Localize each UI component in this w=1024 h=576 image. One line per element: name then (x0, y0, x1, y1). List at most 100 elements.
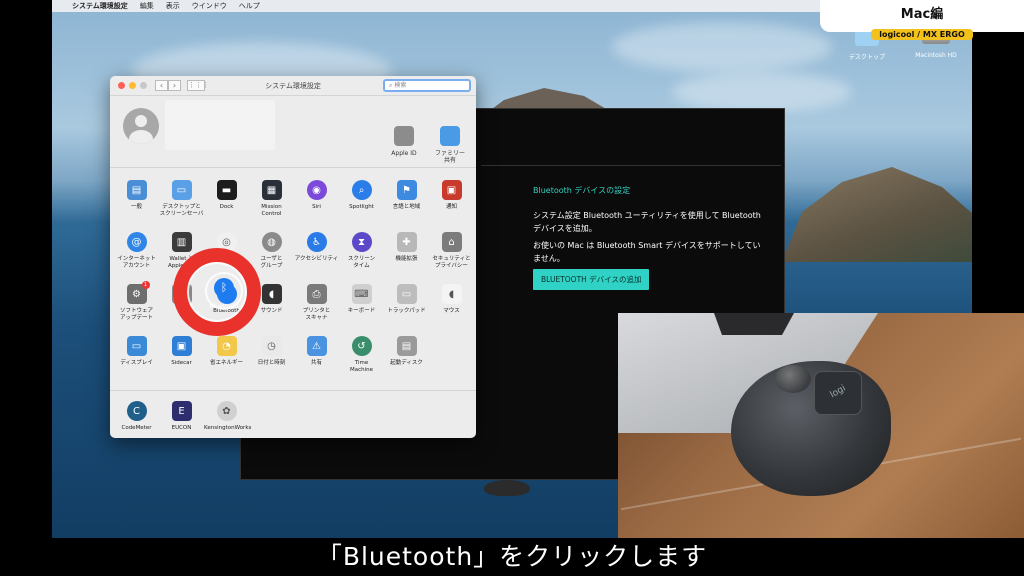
pref-accessibility[interactable]: ♿ アクセシビリティ (294, 232, 339, 284)
screen-time-icon: ⧗ (351, 232, 372, 252)
pref-label: ソフトウェア アップデート (119, 308, 153, 321)
pref-mouse[interactable]: ◖ マウス (429, 284, 474, 336)
section-divider (110, 390, 476, 391)
preference-grid: ▤ 一般 ▭ デスクトップと スクリーンセーバ ▬ Dock ▦ Mission Contro… (110, 180, 476, 438)
pref-startup-disk[interactable]: ▤ 起動ディスク (384, 336, 429, 388)
menu-app-name[interactable]: システム環境設定 (72, 1, 128, 11)
displays-icon: ▭ (126, 336, 147, 356)
menu-edit[interactable]: 編集 (140, 1, 154, 11)
island-cliff (782, 167, 972, 262)
wallet-icon: ▥ (171, 232, 192, 252)
desktop-folder-label: デスクトップ (848, 54, 885, 61)
pref-time-machine[interactable]: ↺ Time Machine (339, 336, 384, 388)
menu-window[interactable]: ウインドウ (192, 1, 227, 11)
trackpad-icon: ▭ (396, 284, 417, 304)
language-icon: ⚑ (396, 180, 417, 200)
show-all-grid-icon[interactable]: ⋮⋮⋮ (187, 80, 209, 91)
pref-eucon[interactable]: E EUCON (159, 401, 204, 438)
back-button[interactable]: ‹ (155, 80, 168, 91)
keyboard-image (714, 313, 794, 335)
rock (484, 480, 530, 496)
pref-apple-id[interactable]: Apple ID (384, 126, 424, 157)
family-sharing-icon (440, 126, 460, 146)
logi-text-line1: システム設定 Bluetooth ユーティリティを使用して Bluetooth … (533, 211, 761, 233)
bluetooth-icon[interactable]: ᛒ (214, 278, 234, 298)
mouse-icon: ◖ (441, 284, 462, 304)
update-badge: 1 (141, 281, 150, 289)
pref-software-update[interactable]: ⚙ 1 ソフトウェア アップデート (114, 281, 159, 336)
pref-label: 日付と時刻 (257, 360, 286, 366)
pref-label: ディスプレイ (120, 360, 153, 366)
pref-siri[interactable]: ◉ Siri (294, 180, 339, 232)
zoom-button[interactable] (140, 82, 147, 89)
pref-general[interactable]: ▤ 一般 (114, 180, 159, 232)
pref-screen-time[interactable]: ⧗ スクリーン タイム (339, 232, 384, 284)
sound-icon: ◖ (261, 284, 282, 304)
minimize-button[interactable] (129, 82, 136, 89)
pref-kensington[interactable]: ✿ KensingtonWorks (204, 401, 251, 438)
forward-button[interactable]: › (168, 80, 181, 91)
pref-label: スクリーン タイム (347, 256, 376, 269)
time-machine-icon: ↺ (351, 336, 372, 356)
close-button[interactable] (118, 82, 125, 89)
pref-notifications[interactable]: ▣ 通知 (429, 180, 474, 232)
sidecar-icon: ▣ (171, 336, 192, 356)
pref-label: Sidecar (171, 360, 192, 366)
energy-saver-icon: ◔ (216, 336, 237, 356)
startup-disk-icon: ▤ (396, 336, 417, 356)
pref-label: インターネット アカウント (117, 256, 156, 269)
pref-label: ユーザと グループ (260, 256, 283, 269)
pref-language[interactable]: ⚑ 言語と地域 (384, 180, 429, 232)
video-corner-label: Mac編 logicool / MX ERGO (820, 0, 1024, 40)
pref-internet-accounts[interactable]: @ インターネット アカウント (114, 232, 159, 284)
pref-label: トラックパッド (387, 308, 426, 314)
pref-dock[interactable]: ▬ Dock (204, 180, 249, 232)
pref-label: CodeMeter (121, 425, 152, 431)
pref-label: Apple ID (391, 150, 417, 157)
security-icon: ⌂ (441, 232, 462, 252)
pref-family-sharing[interactable]: ファミリー 共有 (430, 126, 470, 164)
pref-codemeter[interactable]: C CodeMeter (114, 401, 159, 438)
codemeter-icon: C (126, 401, 147, 421)
pref-trackpad[interactable]: ▭ トラックパッド (384, 284, 429, 336)
menu-help[interactable]: ヘルプ (239, 1, 260, 11)
pref-label: セキュリティと プライバシー (432, 256, 471, 269)
eucon-icon: E (171, 401, 192, 421)
video-subtitle: 「Bluetooth」をクリックします (316, 542, 708, 571)
pref-row: @ インターネット アカウント ▥ Wallet と Apple Pay ◎ Touch … (110, 232, 476, 284)
notifications-icon: ▣ (441, 180, 462, 200)
bluetooth-highlight-label[interactable]: Bluetooth (200, 303, 248, 310)
menu-view[interactable]: 表示 (166, 1, 180, 11)
corner-title: Mac編 (900, 7, 944, 22)
pref-label: デスクトップと スクリーンセーバ (159, 204, 204, 217)
pref-printer[interactable]: ⎙ プリンタと スキャナ (294, 284, 339, 336)
add-bluetooth-device-button[interactable]: BLUETOOTH デバイスの追加 (533, 269, 650, 290)
pref-extensions[interactable]: ✚ 機能拡張 (384, 232, 429, 284)
pref-label: ファミリー 共有 (434, 150, 465, 164)
logi-section-title: Bluetooth デバイスの設定 (533, 186, 631, 195)
pref-label: 省エネルギー (209, 360, 243, 366)
desktop-icon: ▭ (171, 180, 192, 200)
user-avatar-icon[interactable] (123, 108, 159, 144)
trackball-mouse-image (731, 361, 891, 496)
system-preferences-window: ‹ › ⋮⋮⋮ システム環境設定 ⌕ 検索 Apple ID ファミリー 共有 … (110, 76, 476, 438)
pref-desktop[interactable]: ▭ デスクトップと スクリーンセーバ (159, 180, 204, 232)
pref-security[interactable]: ⌂ セキュリティと プライバシー (429, 232, 474, 284)
pref-energy-saver[interactable]: ◔ 省エネルギー (204, 336, 249, 388)
pref-mission-control[interactable]: ▦ Mission Control (249, 180, 294, 232)
pref-label: 起動ディスク (390, 360, 423, 366)
pref-date-time[interactable]: ◷ 日付と時刻 (249, 336, 294, 388)
date-time-icon: ◷ (261, 336, 282, 356)
account-section: Apple ID ファミリー 共有 (110, 96, 476, 168)
pref-label: 一般 (130, 204, 142, 210)
search-field[interactable]: ⌕ 検索 (383, 79, 471, 92)
spotlight-icon: ⌕ (351, 180, 372, 200)
pref-sharing[interactable]: ⚠ 共有 (294, 336, 339, 388)
general-icon: ▤ (126, 180, 147, 200)
pref-label: EUCON (171, 425, 192, 431)
pref-spotlight[interactable]: ⌕ Spotlight (339, 180, 384, 232)
pref-displays[interactable]: ▭ ディスプレイ (114, 336, 159, 388)
sharing-icon: ⚠ (306, 336, 327, 356)
pref-sidecar[interactable]: ▣ Sidecar (159, 336, 204, 388)
pref-keyboard[interactable]: ⌨ キーボード (339, 284, 384, 336)
